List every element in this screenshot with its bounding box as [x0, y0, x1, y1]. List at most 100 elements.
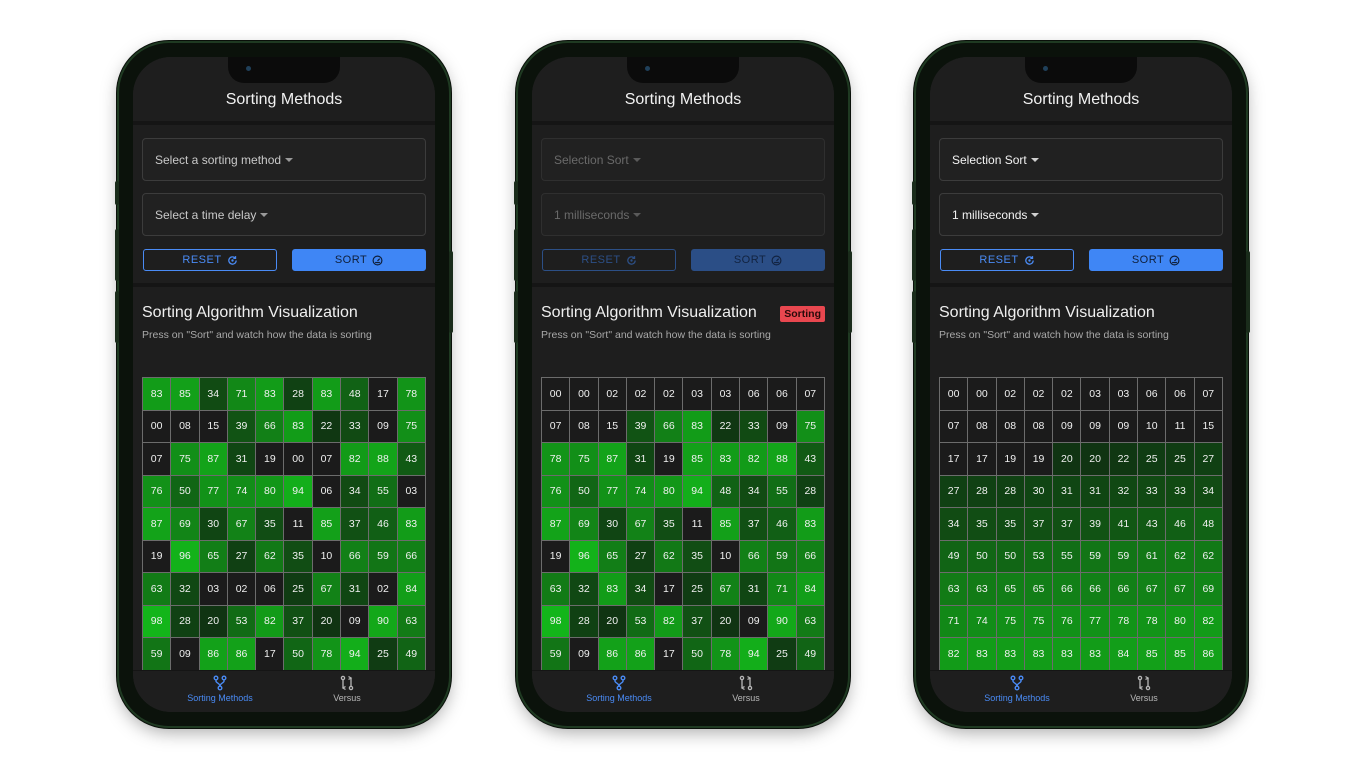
grid-cell: 94	[341, 638, 370, 670]
grid-cell: 48	[1194, 508, 1223, 541]
grid-cell: 25	[284, 573, 313, 606]
grid-cell: 25	[768, 638, 797, 670]
grid-cell: 75	[1024, 605, 1054, 638]
grid-cell: 75	[397, 410, 426, 443]
grid-cell: 06	[256, 573, 285, 606]
grid-cell: 67	[312, 573, 342, 606]
grid-cell: 37	[341, 508, 370, 541]
grid-cell: 80	[1166, 605, 1195, 638]
grid-cell: 02	[598, 378, 627, 411]
grid-cell: 19	[655, 443, 684, 476]
grid-cell: 15	[598, 410, 627, 443]
grid-cell: 86	[199, 638, 228, 670]
sort-button[interactable]: SORT	[292, 249, 426, 271]
tab-sorting-methods[interactable]: Sorting Methods	[569, 675, 669, 703]
grid-cell: 80	[655, 475, 684, 508]
grid-cell: 25	[683, 573, 712, 606]
stage: Sorting Methods Select a sorting method …	[0, 0, 1366, 768]
reset-button[interactable]: RESET	[542, 249, 676, 271]
grid-cell: 08	[171, 410, 200, 443]
grid-cell: 06	[1138, 378, 1167, 411]
grid-cell: 17	[968, 443, 997, 476]
grid-cell: 02	[227, 573, 257, 606]
grid-cell: 00	[542, 378, 571, 411]
grid-cell: 50	[284, 638, 313, 670]
time-delay-select[interactable]: 1 milliseconds	[541, 193, 825, 236]
sort-method-select[interactable]: Selection Sort	[939, 138, 1223, 181]
sort-method-select[interactable]: Select a sorting method	[142, 138, 426, 181]
time-delay-select[interactable]: 1 milliseconds	[939, 193, 1223, 236]
grid-cell: 34	[740, 475, 769, 508]
grid-cell: 83	[711, 443, 741, 476]
tab-versus[interactable]: Versus	[297, 675, 397, 703]
tab-versus-label: Versus	[732, 693, 760, 703]
grid-cell: 02	[626, 378, 656, 411]
reset-button[interactable]: RESET	[143, 249, 277, 271]
chevron-down-icon	[633, 212, 642, 217]
grid-cell: 66	[1109, 573, 1139, 606]
tab-sorting-methods-label: Sorting Methods	[984, 693, 1050, 703]
grid-cell: 86	[598, 638, 627, 670]
time-delay-select[interactable]: Select a time delay	[142, 193, 426, 236]
grid-cell: 10	[1138, 410, 1167, 443]
tab-sorting-methods[interactable]: Sorting Methods	[967, 675, 1067, 703]
sort-button[interactable]: SORT	[691, 249, 825, 271]
tab-versus[interactable]: Versus	[1094, 675, 1194, 703]
sort-method-select[interactable]: Selection Sort	[541, 138, 825, 181]
reset-label: RESET	[581, 254, 621, 266]
phone-screen: Sorting Methods Select a sorting method …	[133, 57, 435, 712]
tab-versus[interactable]: Versus	[696, 675, 796, 703]
notch	[228, 57, 340, 83]
grid-cell: 94	[683, 475, 712, 508]
grid-cell: 17	[655, 638, 684, 670]
grid-cell: 08	[968, 410, 997, 443]
grid-cell: 33	[740, 410, 769, 443]
grid-cell: 85	[1138, 638, 1167, 670]
grid-cell: 39	[1081, 508, 1110, 541]
grid-cell: 46	[369, 508, 398, 541]
grid-cell: 59	[768, 540, 797, 573]
grid-cell: 83	[143, 378, 172, 411]
grid-cell: 02	[1024, 378, 1054, 411]
grid-cell: 62	[256, 540, 285, 573]
grid-cell: 71	[940, 605, 969, 638]
grid-cell: 82	[740, 443, 769, 476]
grid-cell: 07	[542, 410, 571, 443]
grid-cell: 19	[143, 540, 172, 573]
sort-label: SORT	[733, 254, 767, 266]
sort-button[interactable]: SORT	[1089, 249, 1223, 271]
speedometer-icon	[771, 255, 782, 265]
grid-cell: 98	[143, 605, 172, 638]
grid-cell: 67	[1166, 573, 1195, 606]
tab-sorting-methods[interactable]: Sorting Methods	[170, 675, 270, 703]
grid-cell: 67	[1138, 573, 1167, 606]
grid-cell: 83	[968, 638, 997, 670]
reset-button[interactable]: RESET	[940, 249, 1074, 271]
grid-cell: 94	[740, 638, 769, 670]
grid-cell: 69	[570, 508, 599, 541]
grid-cell: 34	[940, 508, 969, 541]
grid-cell: 83	[1081, 638, 1110, 670]
grid-cell: 31	[626, 443, 656, 476]
sort-method-value: Selection Sort	[554, 152, 629, 167]
grid-cell: 83	[598, 573, 627, 606]
grid-cell: 03	[1081, 378, 1110, 411]
grid-cell: 69	[1194, 573, 1223, 606]
grid-cell: 37	[740, 508, 769, 541]
grid-cell: 37	[1053, 508, 1082, 541]
grid-cell: 37	[1024, 508, 1054, 541]
reset-icon	[1024, 255, 1034, 265]
grid-cell: 69	[171, 508, 200, 541]
grid-cell: 84	[397, 573, 426, 606]
grid-cell: 49	[796, 638, 825, 670]
grid-cell: 66	[397, 540, 426, 573]
bottom-tab-bar: Sorting Methods Versus	[930, 670, 1232, 712]
grid-cell: 59	[1081, 540, 1110, 573]
volume-down-button	[912, 291, 916, 343]
chevron-down-icon	[285, 157, 294, 162]
chevron-down-icon	[632, 157, 641, 162]
number-grid: 00 00 02 02 02 03 03 06 06 07 07 08 15 39 66 83 22 33 09 75…	[541, 377, 825, 670]
grid-cell: 06	[312, 475, 342, 508]
grid-cell: 80	[256, 475, 285, 508]
grid-cell: 85	[171, 378, 200, 411]
